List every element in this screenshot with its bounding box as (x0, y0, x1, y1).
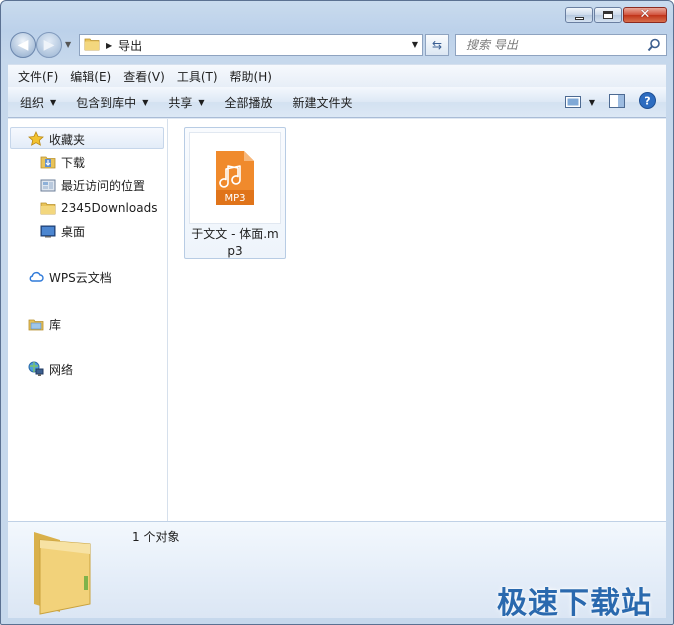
downloads-folder-icon (40, 154, 56, 170)
search-box[interactable] (455, 34, 667, 56)
menu-bar: 文件(F) 编辑(E) 查看(V) 工具(T) 帮助(H) (8, 64, 666, 87)
nav-network-label: 网络 (49, 362, 74, 377)
search-icon[interactable] (647, 38, 661, 55)
navigation-pane: 收藏夹 下载 最近访问的位置 2345Downloads 桌面 WPS云文档 库… (8, 119, 168, 521)
nav-recent-places[interactable]: 最近访问的位置 (40, 175, 145, 195)
nav-wps-cloud-label: WPS云文档 (49, 270, 112, 285)
preview-pane-button[interactable] (609, 93, 625, 111)
back-button[interactable]: ◀ (10, 32, 36, 58)
large-folder-icon (30, 526, 100, 621)
play-all-label: 全部播放 (224, 95, 273, 110)
chevron-down-icon: ▼ (142, 97, 149, 107)
nav-desktop-label: 桌面 (61, 224, 86, 239)
file-name: 于文文 - 体面.mp3 (191, 227, 279, 258)
command-bar: 组织 ▼ 包含到库中 ▼ 共享 ▼ 全部播放 新建文件夹 ▼ ? (8, 87, 666, 118)
watermark-text: 极速下载站 (497, 586, 652, 621)
nav-downloads[interactable]: 下载 (40, 152, 85, 172)
explorer-window: ✕ ◀ ▶ ▼ ▶ 导出 ▼ ⇆ 文件(F) 编辑(E) 查看(V) 工具(T)… (0, 0, 674, 625)
nav-favorites-label: 收藏夹 (49, 132, 86, 147)
menu-tools[interactable]: 工具(T) (171, 68, 224, 85)
new-folder-button[interactable]: 新建文件夹 (283, 87, 363, 117)
arrow-right-icon: ▶ (43, 37, 55, 53)
file-thumbnail: MP3 (189, 132, 281, 224)
preview-pane-icon (609, 93, 625, 108)
folder-icon (40, 200, 56, 216)
arrow-left-icon: ◀ (17, 37, 29, 53)
chevron-down-icon: ▼ (198, 97, 205, 107)
library-icon (28, 316, 44, 332)
window-caption-buttons: ✕ (565, 7, 667, 23)
maximize-button[interactable] (594, 7, 622, 23)
nav-2345downloads-label: 2345Downloads (61, 201, 158, 215)
object-count: 1 个对象 (132, 530, 180, 544)
menu-view[interactable]: 查看(V) (117, 68, 171, 85)
nav-recent-places-label: 最近访问的位置 (61, 178, 146, 193)
close-icon: ✕ (639, 7, 651, 22)
cloud-icon (28, 269, 44, 285)
address-dropdown-icon[interactable]: ▼ (412, 40, 418, 49)
file-item[interactable]: MP3 于文文 - 体面.mp3 (184, 127, 286, 259)
refresh-button[interactable]: ⇆ (425, 34, 449, 56)
mp3-file-icon: MP3 (216, 151, 254, 205)
star-icon (28, 131, 44, 147)
search-input[interactable] (464, 37, 648, 53)
help-icon: ? (639, 92, 656, 109)
nav-desktop[interactable]: 桌面 (40, 221, 85, 241)
desktop-icon (40, 223, 56, 239)
share-label: 共享 (168, 95, 193, 110)
svg-text:?: ? (644, 95, 650, 108)
help-button[interactable]: ? (639, 92, 656, 112)
close-button[interactable]: ✕ (623, 7, 667, 23)
nav-wps-cloud[interactable]: WPS云文档 (28, 267, 112, 287)
mp3-badge: MP3 (224, 193, 245, 204)
nav-favorites[interactable]: 收藏夹 (28, 129, 85, 149)
play-all-button[interactable]: 全部播放 (215, 87, 283, 117)
content-area: 收藏夹 下载 最近访问的位置 2345Downloads 桌面 WPS云文档 库… (8, 118, 666, 521)
new-folder-label: 新建文件夹 (292, 95, 353, 110)
address-bar[interactable]: ▶ 导出 ▼ (79, 34, 423, 56)
nav-libraries-label: 库 (49, 317, 62, 332)
organize-label: 组织 (20, 95, 45, 110)
breadcrumb-arrow-icon[interactable]: ▶ (106, 41, 112, 50)
menu-help[interactable]: 帮助(H) (224, 68, 278, 85)
chevron-down-icon: ▼ (50, 97, 57, 107)
change-view-button[interactable]: ▼ (564, 96, 595, 108)
share-button[interactable]: 共享 ▼ (158, 87, 214, 117)
minimize-button[interactable] (565, 7, 593, 23)
navigation-row: ◀ ▶ ▼ ▶ 导出 ▼ ⇆ (9, 31, 667, 59)
breadcrumb-current[interactable]: 导出 (118, 37, 142, 54)
view-controls: ▼ ? (564, 91, 656, 113)
menu-file[interactable]: 文件(F) (12, 68, 64, 85)
nav-network[interactable]: 网络 (28, 359, 73, 379)
maximize-icon (603, 11, 613, 19)
recent-places-icon (40, 177, 56, 193)
chevron-down-icon: ▼ (588, 97, 595, 107)
nav-downloads-label: 下载 (61, 155, 86, 170)
include-in-library-label: 包含到库中 (76, 95, 137, 110)
refresh-icon: ⇆ (431, 38, 443, 52)
organize-button[interactable]: 组织 ▼ (8, 87, 66, 117)
forward-button[interactable]: ▶ (36, 32, 62, 58)
file-list: MP3 于文文 - 体面.mp3 (168, 119, 666, 521)
menu-edit[interactable]: 编辑(E) (64, 68, 117, 85)
include-in-library-button[interactable]: 包含到库中 ▼ (66, 87, 158, 117)
minimize-icon (574, 16, 584, 20)
details-pane: 1 个对象 极速下载站 (8, 521, 666, 621)
folder-icon (84, 37, 100, 54)
nav-2345downloads[interactable]: 2345Downloads (40, 198, 157, 218)
recent-pages-dropdown[interactable]: ▼ (65, 40, 71, 49)
network-icon (28, 361, 44, 377)
view-icon (564, 96, 581, 108)
nav-libraries[interactable]: 库 (28, 314, 61, 334)
